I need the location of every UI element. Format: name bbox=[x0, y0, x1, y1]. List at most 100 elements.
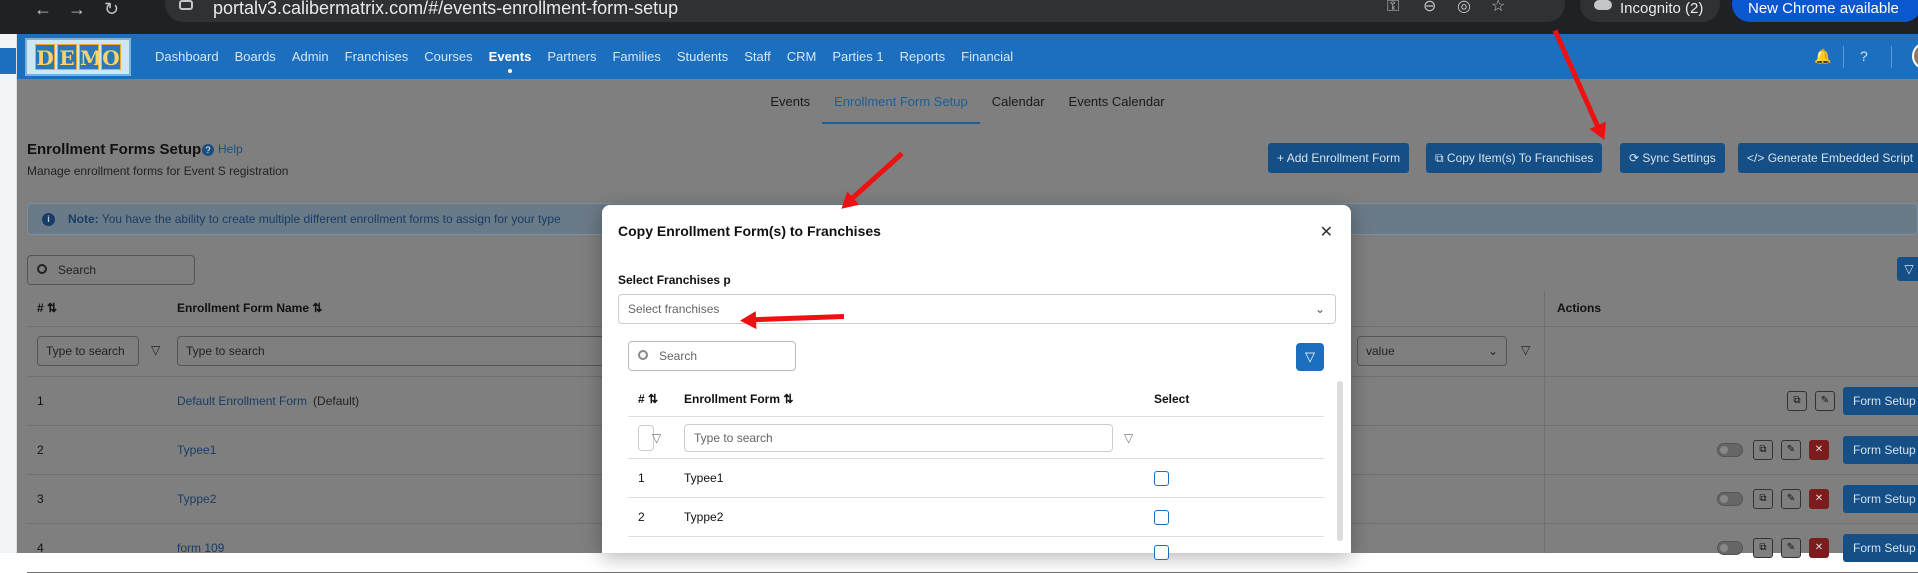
help-link[interactable]: ? Help bbox=[202, 142, 243, 156]
row-form-name[interactable]: Typee1 bbox=[177, 443, 216, 457]
num-filter-input[interactable]: Type to search bbox=[37, 336, 139, 366]
reload-icon[interactable]: ↻ bbox=[104, 0, 119, 18]
tab-events[interactable]: Events bbox=[758, 79, 822, 124]
nav-separator bbox=[1843, 46, 1844, 68]
row-form-name[interactable]: Typpe2 bbox=[177, 492, 216, 506]
logo-letter: M bbox=[79, 44, 103, 70]
nav-item-courses[interactable]: Courses bbox=[416, 34, 480, 79]
url-text[interactable]: portalv3.calibermatrix.com/#/events-enro… bbox=[213, 0, 678, 18]
sync-settings-button[interactable]: ⟳ Sync Settings bbox=[1620, 143, 1725, 173]
select-checkbox[interactable] bbox=[1154, 510, 1169, 525]
filter-icon[interactable]: ▽ bbox=[652, 431, 661, 445]
nav-item-financial[interactable]: Financial bbox=[953, 34, 1021, 79]
copy-icon[interactable]: ⧉ bbox=[1753, 538, 1773, 558]
nav-item-parties[interactable]: Parties 1 bbox=[824, 34, 891, 79]
trash-icon[interactable]: ✕ bbox=[1809, 440, 1829, 460]
table-filter-button[interactable]: ▽ bbox=[1897, 257, 1918, 281]
copy-icon[interactable]: ⧉ bbox=[1753, 489, 1773, 509]
form-setup-button[interactable]: Form Setup bbox=[1843, 436, 1918, 464]
modal-search-input[interactable]: Search bbox=[628, 341, 796, 371]
sync-settings-label: Sync Settings bbox=[1642, 151, 1716, 165]
tab-enrollment-form-setup[interactable]: Enrollment Form Setup bbox=[822, 79, 980, 124]
filter-icon[interactable]: ▽ bbox=[1521, 344, 1533, 356]
filter-icon[interactable]: ▽ bbox=[151, 344, 163, 356]
user-avatar[interactable] bbox=[1912, 42, 1918, 70]
toggle-switch[interactable] bbox=[1717, 443, 1743, 457]
bell-icon[interactable]: 🔔 bbox=[1814, 34, 1831, 79]
add-enrollment-form-button[interactable]: + Add Enrollment Form bbox=[1268, 143, 1410, 173]
form-setup-button[interactable]: Form Setup bbox=[1843, 387, 1918, 415]
demo-logo[interactable]: D E M O bbox=[25, 38, 131, 76]
copy-icon[interactable]: ⧉ bbox=[1753, 440, 1773, 460]
modal-table-header: # ⇅ Enrollment Form ⇅ Select bbox=[628, 381, 1324, 417]
modal-column-header-select: Select bbox=[1154, 392, 1190, 406]
help-icon: ? bbox=[202, 144, 214, 156]
nav-item-franchises[interactable]: Franchises bbox=[337, 34, 417, 79]
tab-events-calendar[interactable]: Events Calendar bbox=[1057, 79, 1177, 124]
main-menu: Dashboard Boards Admin Franchises Course… bbox=[147, 34, 1021, 79]
modal-filter-button[interactable]: ▽ bbox=[1296, 343, 1324, 371]
copy-items-to-franchises-button[interactable]: ⧉ Copy Item(s) To Franchises bbox=[1426, 143, 1603, 173]
form-filter-input[interactable]: Type to search bbox=[684, 424, 1113, 452]
forward-arrow-icon[interactable]: → bbox=[68, 0, 86, 18]
nav-item-families[interactable]: Families bbox=[604, 34, 668, 79]
filter-icon[interactable]: ▽ bbox=[1124, 431, 1133, 445]
value-select[interactable]: value ⌄ bbox=[1357, 336, 1507, 366]
toggle-switch[interactable] bbox=[1717, 492, 1743, 506]
form-setup-button[interactable]: Form Setup bbox=[1843, 485, 1918, 513]
table-search-input[interactable]: Search bbox=[27, 255, 195, 285]
trash-icon[interactable]: ✕ bbox=[1809, 538, 1829, 558]
nav-item-admin[interactable]: Admin bbox=[284, 34, 337, 79]
top-navigation: D E M O Dashboard Boards Admin Franchise… bbox=[17, 34, 1918, 79]
close-icon[interactable]: ✕ bbox=[1320, 222, 1333, 242]
nav-separator bbox=[1891, 46, 1892, 68]
incognito-badge[interactable]: Incognito (2) bbox=[1580, 0, 1720, 22]
zoom-icon[interactable]: ⊖ bbox=[1423, 0, 1436, 15]
eye-off-icon[interactable]: ◎ bbox=[1457, 0, 1471, 15]
edit-icon[interactable]: ✎ bbox=[1781, 538, 1801, 558]
modal-table-row: 2 Typpe2 bbox=[628, 498, 1324, 537]
column-header-form-name[interactable]: Enrollment Form Name ⇅ bbox=[177, 301, 322, 315]
password-key-icon[interactable]: ⚿ bbox=[1387, 0, 1399, 15]
edit-icon[interactable]: ✎ bbox=[1781, 440, 1801, 460]
tab-calendar[interactable]: Calendar bbox=[980, 79, 1057, 124]
edit-icon[interactable]: ✎ bbox=[1781, 489, 1801, 509]
logo-letter: D bbox=[35, 44, 55, 70]
select-franchises-placeholder: Select franchises bbox=[628, 302, 720, 316]
nav-item-reports[interactable]: Reports bbox=[892, 34, 954, 79]
bookmark-star-icon[interactable]: ☆ bbox=[1491, 0, 1505, 15]
column-header-num[interactable]: # ⇅ bbox=[37, 301, 57, 315]
nav-item-staff[interactable]: Staff bbox=[736, 34, 779, 79]
modal-filter-row: ▽ Type to search ▽ bbox=[628, 417, 1324, 459]
edit-icon[interactable]: ✎ bbox=[1815, 391, 1835, 411]
select-franchises-dropdown[interactable]: Select franchises ⌄ bbox=[618, 294, 1336, 324]
nav-item-events[interactable]: Events bbox=[481, 34, 540, 79]
nav-item-crm[interactable]: CRM bbox=[779, 34, 825, 79]
modal-column-header-num[interactable]: # ⇅ bbox=[638, 392, 658, 406]
chevron-down-icon: ⌄ bbox=[1314, 302, 1325, 316]
nav-item-partners[interactable]: Partners bbox=[539, 34, 604, 79]
row-number: 2 bbox=[37, 443, 44, 457]
new-chrome-available-button[interactable]: New Chrome available bbox=[1732, 0, 1918, 22]
page-title: Enrollment Forms Setup bbox=[27, 141, 202, 158]
modal-scrollbar[interactable] bbox=[1337, 381, 1343, 541]
form-setup-button[interactable]: Form Setup bbox=[1843, 534, 1918, 562]
site-info-icon[interactable] bbox=[179, 0, 193, 10]
help-circle-icon[interactable]: ? bbox=[1860, 34, 1868, 79]
search-icon bbox=[638, 350, 648, 360]
generate-embedded-script-button[interactable]: </> Generate Embedded Script bbox=[1738, 143, 1918, 173]
incognito-label: Incognito (2) bbox=[1620, 0, 1704, 17]
copy-icon[interactable]: ⧉ bbox=[1787, 391, 1807, 411]
row-form-name[interactable]: Default Enrollment Form (Default) bbox=[177, 394, 359, 408]
note-text: You have the ability to create multiple … bbox=[101, 212, 561, 226]
select-checkbox[interactable] bbox=[1154, 471, 1169, 486]
name-filter-input[interactable]: Type to search bbox=[177, 336, 607, 366]
nav-item-dashboard[interactable]: Dashboard bbox=[147, 34, 227, 79]
back-arrow-icon[interactable]: ← bbox=[34, 0, 52, 18]
modal-column-header-form[interactable]: Enrollment Form ⇅ bbox=[684, 392, 793, 406]
row-number: 1 bbox=[638, 471, 645, 485]
trash-icon[interactable]: ✕ bbox=[1809, 489, 1829, 509]
nav-item-boards[interactable]: Boards bbox=[227, 34, 284, 79]
nav-item-students[interactable]: Students bbox=[669, 34, 736, 79]
address-bar[interactable]: portalv3.calibermatrix.com/#/events-enro… bbox=[165, 0, 1565, 22]
